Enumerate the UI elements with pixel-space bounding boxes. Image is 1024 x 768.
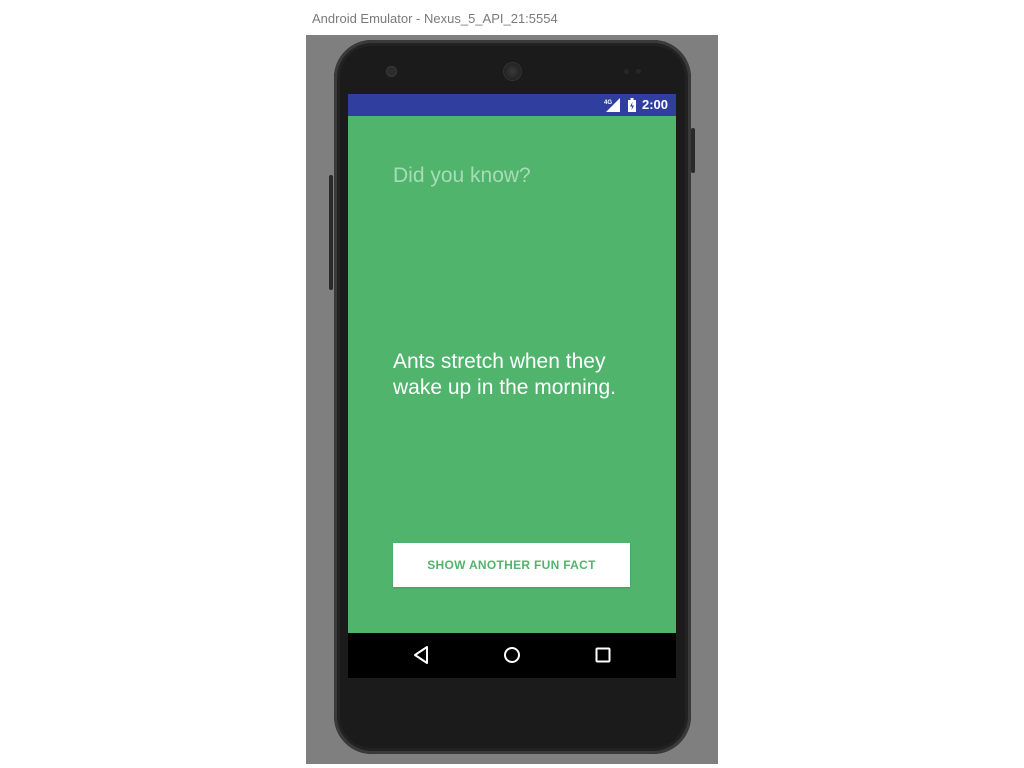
status-bar: 4G 2:00 <box>348 94 676 116</box>
front-camera-icon <box>387 67 396 76</box>
speaker-icon <box>504 63 521 80</box>
network-label: 4G <box>604 100 612 106</box>
fact-text: Ants stretch when they wake up in the mo… <box>393 350 616 399</box>
window-title: Android Emulator - Nexus_5_API_21:5554 <box>312 11 558 26</box>
status-time: 2:00 <box>641 97 668 112</box>
battery-icon <box>628 98 636 112</box>
heading-label: Did you know? <box>393 164 531 187</box>
power-button[interactable] <box>691 128 695 173</box>
show-another-fun-fact-button[interactable]: SHOW ANOTHER FUN FACT <box>393 543 630 587</box>
signal-icon: 4G <box>604 98 620 112</box>
recents-icon[interactable] <box>590 643 616 667</box>
navigation-bar <box>348 633 676 678</box>
device-screen: 4G 2:00 Did you know? Ants stretch when … <box>348 94 676 678</box>
sensor-icon <box>636 69 641 74</box>
volume-button[interactable] <box>329 175 333 290</box>
home-icon[interactable] <box>499 643 525 667</box>
back-icon[interactable] <box>408 643 434 667</box>
sensor-icon <box>624 69 629 74</box>
